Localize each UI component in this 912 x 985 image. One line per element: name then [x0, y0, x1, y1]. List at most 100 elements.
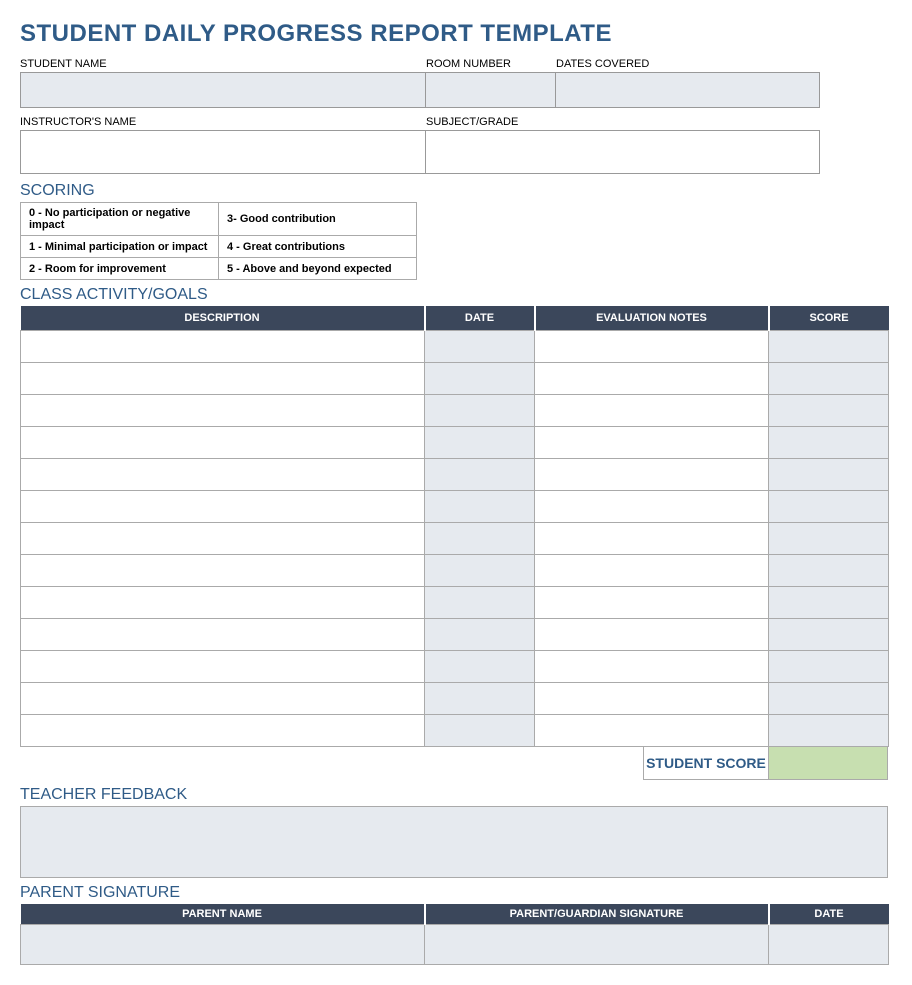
activity-evaluation-cell[interactable]: [535, 683, 769, 715]
feedback-heading: TEACHER FEEDBACK: [20, 786, 892, 804]
sig-header-date: DATE: [769, 904, 889, 925]
activity-heading: CLASS ACTIVITY/GOALS: [20, 286, 892, 304]
activity-header-evaluation: EVALUATION NOTES: [535, 306, 769, 331]
table-row: [21, 651, 889, 683]
activity-description-cell[interactable]: [21, 683, 425, 715]
activity-evaluation-cell[interactable]: [535, 619, 769, 651]
activity-evaluation-cell[interactable]: [535, 651, 769, 683]
activity-score-cell[interactable]: [769, 459, 889, 491]
scoring-heading: SCORING: [20, 182, 892, 200]
activity-description-cell[interactable]: [21, 651, 425, 683]
activity-header-description: DESCRIPTION: [21, 306, 425, 331]
activity-date-cell[interactable]: [425, 523, 535, 555]
activity-date-cell[interactable]: [425, 459, 535, 491]
table-row: [21, 619, 889, 651]
activity-score-cell[interactable]: [769, 555, 889, 587]
activity-date-cell[interactable]: [425, 331, 535, 363]
instructor-info-row: INSTRUCTOR'S NAME SUBJECT/GRADE: [20, 116, 820, 174]
activity-description-cell[interactable]: [21, 523, 425, 555]
table-row: [21, 491, 889, 523]
activity-evaluation-cell[interactable]: [535, 555, 769, 587]
sig-header-name: PARENT NAME: [21, 904, 425, 925]
room-number-label: ROOM NUMBER: [426, 58, 556, 72]
activity-score-cell[interactable]: [769, 587, 889, 619]
activity-score-cell[interactable]: [769, 619, 889, 651]
student-name-label: STUDENT NAME: [20, 58, 426, 72]
activity-score-cell[interactable]: [769, 715, 889, 747]
table-row: [21, 587, 889, 619]
activity-score-cell[interactable]: [769, 523, 889, 555]
instructor-name-label: INSTRUCTOR'S NAME: [20, 116, 426, 130]
activity-evaluation-cell[interactable]: [535, 363, 769, 395]
signature-heading: PARENT SIGNATURE: [20, 884, 892, 902]
activity-score-cell[interactable]: [769, 395, 889, 427]
activity-header-score: SCORE: [769, 306, 889, 331]
activity-date-cell[interactable]: [425, 395, 535, 427]
activity-table: DESCRIPTION DATE EVALUATION NOTES SCORE: [20, 306, 889, 747]
activity-evaluation-cell[interactable]: [535, 427, 769, 459]
activity-date-cell[interactable]: [425, 619, 535, 651]
activity-score-cell[interactable]: [769, 651, 889, 683]
activity-description-cell[interactable]: [21, 395, 425, 427]
activity-description-cell[interactable]: [21, 459, 425, 491]
scoring-cell: 0 - No participation or negative impact: [21, 203, 219, 236]
activity-score-cell[interactable]: [769, 427, 889, 459]
scoring-cell: 3- Good contribution: [219, 203, 417, 236]
activity-date-cell[interactable]: [425, 587, 535, 619]
activity-description-cell[interactable]: [21, 363, 425, 395]
scoring-cell: 5 - Above and beyond expected: [219, 258, 417, 280]
table-row: [21, 363, 889, 395]
table-row: [21, 395, 889, 427]
activity-description-cell[interactable]: [21, 715, 425, 747]
table-row: [21, 331, 889, 363]
table-row: [21, 459, 889, 491]
activity-date-cell[interactable]: [425, 651, 535, 683]
activity-evaluation-cell[interactable]: [535, 459, 769, 491]
student-score-value[interactable]: [768, 747, 888, 780]
table-row: [21, 523, 889, 555]
activity-date-cell[interactable]: [425, 555, 535, 587]
activity-date-cell[interactable]: [425, 683, 535, 715]
student-info-row: STUDENT NAME ROOM NUMBER DATES COVERED: [20, 58, 820, 108]
signature-table: PARENT NAME PARENT/GUARDIAN SIGNATURE DA…: [20, 904, 889, 965]
room-number-field[interactable]: [426, 72, 556, 108]
activity-evaluation-cell[interactable]: [535, 491, 769, 523]
student-name-field[interactable]: [20, 72, 426, 108]
activity-score-cell[interactable]: [769, 683, 889, 715]
table-row: [21, 683, 889, 715]
activity-evaluation-cell[interactable]: [535, 331, 769, 363]
activity-score-cell[interactable]: [769, 363, 889, 395]
student-score-label: STUDENT SCORE: [643, 747, 768, 780]
activity-score-cell[interactable]: [769, 331, 889, 363]
activity-description-cell[interactable]: [21, 331, 425, 363]
scoring-table: 0 - No participation or negative impact …: [20, 202, 417, 280]
activity-description-cell[interactable]: [21, 491, 425, 523]
activity-evaluation-cell[interactable]: [535, 523, 769, 555]
activity-description-cell[interactable]: [21, 587, 425, 619]
activity-date-cell[interactable]: [425, 363, 535, 395]
activity-description-cell[interactable]: [21, 427, 425, 459]
student-score-row: STUDENT SCORE: [20, 747, 888, 780]
activity-evaluation-cell[interactable]: [535, 587, 769, 619]
activity-evaluation-cell[interactable]: [535, 715, 769, 747]
instructor-name-field[interactable]: [20, 130, 426, 174]
table-row: [21, 427, 889, 459]
sig-header-sig: PARENT/GUARDIAN SIGNATURE: [425, 904, 769, 925]
activity-date-cell[interactable]: [425, 715, 535, 747]
table-row: [21, 555, 889, 587]
page-title: STUDENT DAILY PROGRESS REPORT TEMPLATE: [20, 20, 892, 48]
table-row: [21, 715, 889, 747]
scoring-cell: 4 - Great contributions: [219, 236, 417, 258]
activity-description-cell[interactable]: [21, 619, 425, 651]
feedback-field[interactable]: [20, 806, 888, 878]
dates-covered-field[interactable]: [556, 72, 820, 108]
scoring-cell: 1 - Minimal participation or impact: [21, 236, 219, 258]
activity-header-date: DATE: [425, 306, 535, 331]
activity-evaluation-cell[interactable]: [535, 395, 769, 427]
dates-covered-label: DATES COVERED: [556, 58, 820, 72]
activity-date-cell[interactable]: [425, 491, 535, 523]
subject-grade-field[interactable]: [426, 130, 820, 174]
activity-date-cell[interactable]: [425, 427, 535, 459]
activity-description-cell[interactable]: [21, 555, 425, 587]
activity-score-cell[interactable]: [769, 491, 889, 523]
